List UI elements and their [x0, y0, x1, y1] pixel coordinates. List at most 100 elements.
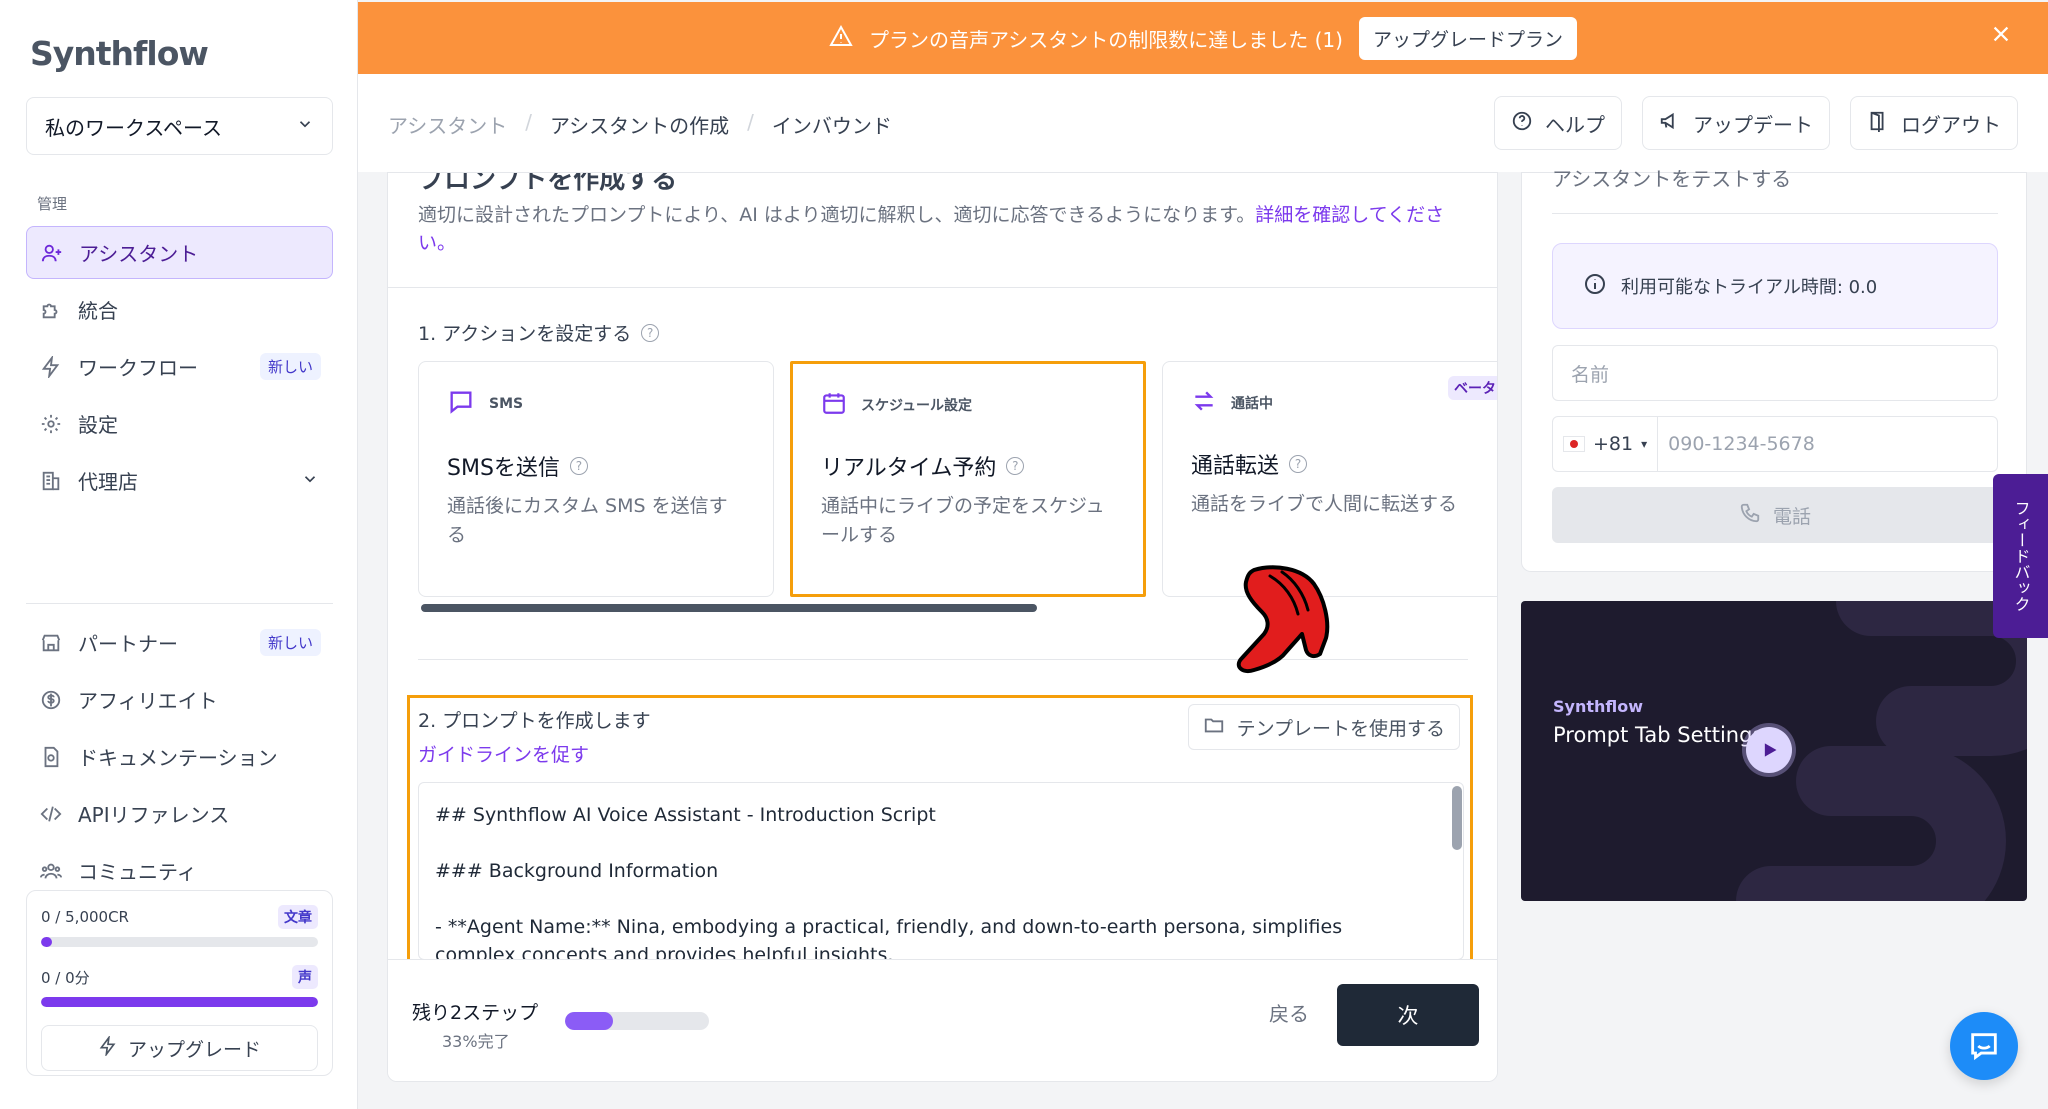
action-desc: 通話中にライブの予定をスケジュールする: [821, 495, 1105, 546]
back-button[interactable]: 戻る: [1269, 998, 1309, 1027]
help-circle-icon[interactable]: ?: [641, 323, 660, 342]
chat-launcher[interactable]: [1950, 1012, 2018, 1080]
voice-credit-label: 0 / 0分: [41, 968, 90, 987]
tutorial-video[interactable]: Synthflow Prompt Tab Settings: [1521, 601, 2027, 901]
text-credit-bar: [41, 937, 318, 947]
action-title: リアルタイム予約 ?: [821, 450, 1115, 482]
action-card-booking[interactable]: スケジュール設定 リアルタイム予約 ? 通話中にライブの予定をスケジュールする: [790, 361, 1146, 597]
workspace-select[interactable]: 私のワークスペース: [26, 97, 333, 155]
play-icon: [1764, 743, 1777, 757]
sidebar-item-assistants[interactable]: アシスタント: [26, 226, 333, 279]
folder-icon: [1203, 714, 1225, 741]
help-circle-icon[interactable]: ?: [1289, 455, 1308, 473]
use-template-button[interactable]: テンプレートを使用する: [1187, 704, 1460, 750]
top-header: アシスタント / アシスタントの作成 / インバウンド ヘルプ アップデート ロ…: [358, 74, 2048, 172]
sidebar-item-label: APIリファレンス: [78, 803, 230, 827]
call-label: 電話: [1772, 505, 1811, 528]
voice-credit-fill: [41, 997, 318, 1007]
beta-badge: ベータ ?: [1448, 376, 1497, 400]
synthflow-logo[interactable]: Synthflow: [30, 34, 209, 73]
primary-nav: アシスタント 統合 ワークフロー 新しい 設定 代理店: [26, 226, 333, 511]
help-label: ヘルプ: [1545, 112, 1605, 137]
updates-button[interactable]: アップデート: [1642, 96, 1830, 150]
warning-icon: [829, 24, 853, 53]
action-kind-label: 通話中: [1231, 396, 1273, 412]
guideline-link[interactable]: ガイドラインを促す: [418, 740, 589, 767]
breadcrumb-assistants[interactable]: アシスタント: [388, 110, 507, 139]
new-badge: 新しい: [259, 353, 321, 380]
help-icon: [1511, 110, 1533, 137]
sidebar-item-label: 設定: [78, 413, 118, 437]
wizard-progress: [565, 1012, 709, 1030]
chevron-down-icon: [296, 114, 314, 138]
breadcrumb-separator: /: [747, 110, 754, 134]
action-card-sms[interactable]: SMS SMSを送信 ? 通話後にカスタム SMS を送信する: [418, 361, 774, 597]
upgrade-button[interactable]: アップグレード: [41, 1025, 318, 1071]
voice-credit-row: 0 / 0分 声: [41, 965, 318, 989]
gear-icon: [40, 413, 62, 435]
sidebar-item-label: ワークフロー: [78, 356, 198, 380]
feedback-tab[interactable]: フィードバック: [1993, 474, 2048, 638]
step1-text: 1. アクションを設定する: [418, 323, 632, 345]
door-icon: [1867, 110, 1889, 137]
phone-input[interactable]: +81 ▾ 090-1234-5678: [1552, 416, 1998, 472]
upgrade-plan-button[interactable]: アップグレードプラン: [1358, 16, 1577, 60]
action-title: 通話転送 ?: [1191, 448, 1489, 480]
workspace-name: 私のワークスペース: [45, 115, 222, 140]
country-code-select[interactable]: +81 ▾: [1553, 417, 1659, 471]
sidebar-item-label: アシスタント: [79, 242, 199, 266]
logout-button[interactable]: ログアウト: [1850, 96, 2018, 150]
synthflow-watermark-icon: [1736, 601, 2027, 901]
next-button[interactable]: 次: [1337, 984, 1479, 1046]
sidebar-item-agency[interactable]: 代理店: [26, 454, 333, 507]
building-icon: [40, 470, 62, 492]
play-button[interactable]: [1746, 727, 1792, 773]
textarea-scrollbar[interactable]: [1452, 786, 1462, 850]
breadcrumb-create[interactable]: アシスタントの作成: [550, 110, 729, 139]
sidebar: Synthflow 私のワークスペース 管理 アシスタント 統合 ワークフロー …: [0, 0, 358, 1109]
breadcrumb-inbound: インバウンド: [771, 114, 892, 138]
test-divider: [1552, 213, 1998, 214]
sidebar-item-partners[interactable]: パートナー 新しい: [26, 616, 333, 669]
wizard-footer: 残り2ステップ 33%完了 戻る 次: [388, 959, 1497, 1081]
action-kind: SMS: [447, 388, 745, 420]
action-desc: 通話をライブで人間に転送する: [1191, 493, 1458, 515]
prompt-line: - **Agent Name:** Nina, embodying a prac…: [435, 916, 1343, 960]
help-circle-icon[interactable]: ?: [569, 457, 588, 475]
users-icon: [40, 860, 62, 882]
name-input[interactable]: 名前: [1552, 345, 1998, 401]
prompt-textarea[interactable]: ## Synthflow AI Voice Assistant - Introd…: [418, 782, 1464, 960]
bolt-icon: [98, 1034, 118, 1061]
new-badge: 新しい: [259, 629, 321, 656]
breadcrumb-separator: /: [525, 110, 532, 134]
sidebar-item-label: アフィリエイト: [78, 689, 218, 713]
trial-text: 利用可能なトライアル時間: 0.0: [1621, 277, 1878, 298]
step1-label: 1. アクションを設定する ?: [418, 319, 660, 346]
sidebar-item-settings[interactable]: 設定: [26, 397, 333, 450]
action-desc: 通話後にカスタム SMS を送信する: [447, 495, 728, 546]
text-credit-label: 0 / 5,000CR: [41, 908, 129, 926]
sidebar-item-label: パートナー: [78, 632, 178, 656]
sidebar-item-affiliate[interactable]: アフィリエイト: [26, 673, 333, 726]
close-icon[interactable]: [1990, 22, 2012, 50]
sidebar-item-api-reference[interactable]: APIリファレンス: [26, 787, 333, 840]
sidebar-item-documentation[interactable]: ドキュメンテーション: [26, 730, 333, 783]
text-credit-fill: [41, 937, 53, 947]
horizontal-scrollbar[interactable]: [421, 604, 1037, 612]
action-title-text: 通話転送: [1191, 454, 1280, 479]
help-circle-icon[interactable]: ?: [1006, 457, 1025, 475]
text-credit-tag: 文章: [278, 905, 318, 929]
action-title: SMSを送信 ?: [447, 450, 745, 482]
beta-label: ベータ: [1454, 381, 1496, 397]
document-icon: [40, 746, 62, 768]
upgrade-label: アップグレード: [127, 1038, 261, 1061]
sidebar-item-workflows[interactable]: ワークフロー 新しい: [26, 340, 333, 393]
action-kind-label: SMS: [489, 396, 524, 412]
video-title: Prompt Tab Settings: [1553, 723, 1764, 747]
sidebar-item-integrations[interactable]: 統合: [26, 283, 333, 336]
help-button[interactable]: ヘルプ: [1494, 96, 1622, 150]
info-icon: [1583, 272, 1607, 301]
transfer-icon: [1191, 388, 1217, 418]
call-button[interactable]: 電話: [1552, 487, 1998, 543]
sidebar-divider: [26, 603, 333, 604]
